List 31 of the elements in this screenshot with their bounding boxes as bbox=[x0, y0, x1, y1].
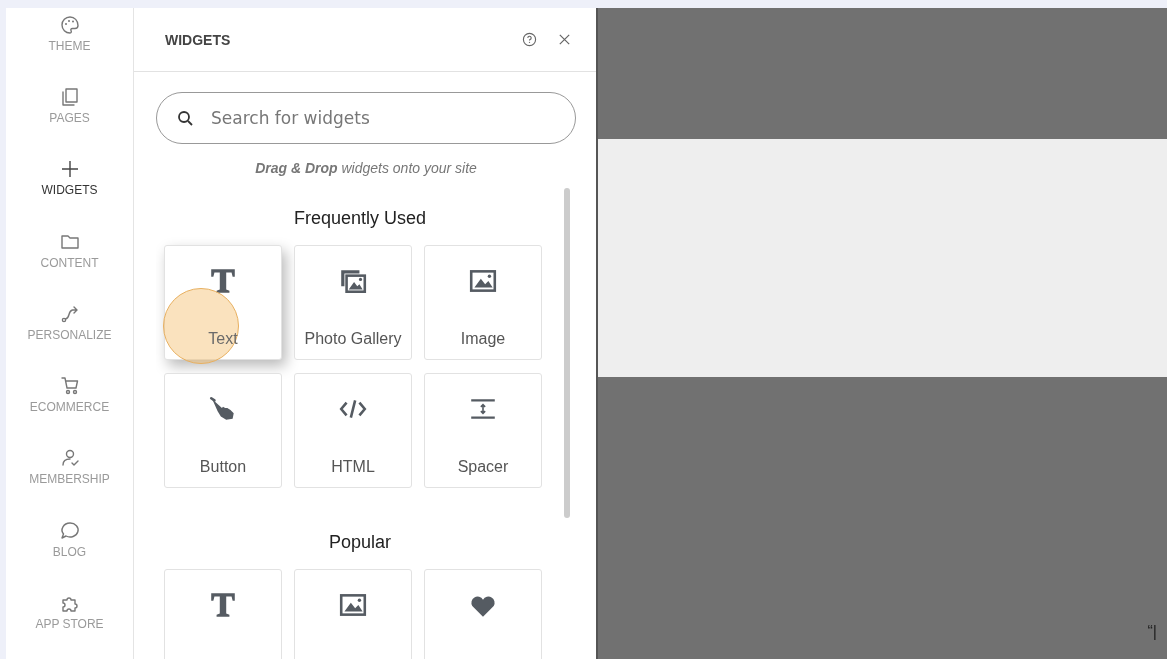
widget-tile[interactable]: Button bbox=[164, 373, 282, 488]
panel-title: WIDGETS bbox=[165, 31, 231, 48]
sidebar-item[interactable]: ECOMMERCE bbox=[14, 375, 125, 443]
hint-text: Drag & Drop widgets onto your site bbox=[254, 160, 478, 176]
palette-icon bbox=[58, 14, 81, 36]
sidebar-item[interactable]: WIDGETS bbox=[14, 158, 125, 226]
widget-tile[interactable]: Photo Gallery bbox=[294, 245, 412, 360]
sidebar-item[interactable]: BLOG bbox=[14, 519, 125, 587]
widget-tile[interactable] bbox=[294, 569, 412, 659]
sidebar-item[interactable]: PAGES bbox=[14, 86, 125, 154]
scrollbar-thumb[interactable] bbox=[564, 188, 570, 518]
text-icon bbox=[208, 266, 238, 296]
chat-icon bbox=[58, 519, 81, 542]
widget-tile[interactable]: HTML bbox=[294, 373, 412, 488]
sidebar-item[interactable]: CONTENT bbox=[14, 230, 125, 298]
section-title: Popular bbox=[327, 532, 392, 553]
search-icon bbox=[177, 110, 193, 126]
text-icon bbox=[208, 590, 238, 620]
help-icon bbox=[522, 32, 537, 47]
close-icon bbox=[557, 32, 572, 47]
sidebar-item[interactable]: PERSONALIZE bbox=[14, 302, 125, 371]
canvas-text: “| bbox=[1147, 623, 1157, 641]
sidebar-item[interactable]: THEME bbox=[14, 14, 125, 82]
widget-tile[interactable] bbox=[424, 569, 542, 659]
widget-tile[interactable]: Spacer bbox=[424, 373, 542, 488]
widget-tile[interactable]: Image bbox=[424, 245, 542, 360]
widget-tile[interactable] bbox=[164, 569, 282, 659]
sidebar-item[interactable]: APP STORE bbox=[14, 591, 125, 659]
section-title: Frequently Used bbox=[292, 208, 428, 229]
search-field[interactable]: Search for widgets bbox=[156, 92, 576, 144]
sidebar-item[interactable]: MEMBERSHIP bbox=[14, 447, 125, 515]
